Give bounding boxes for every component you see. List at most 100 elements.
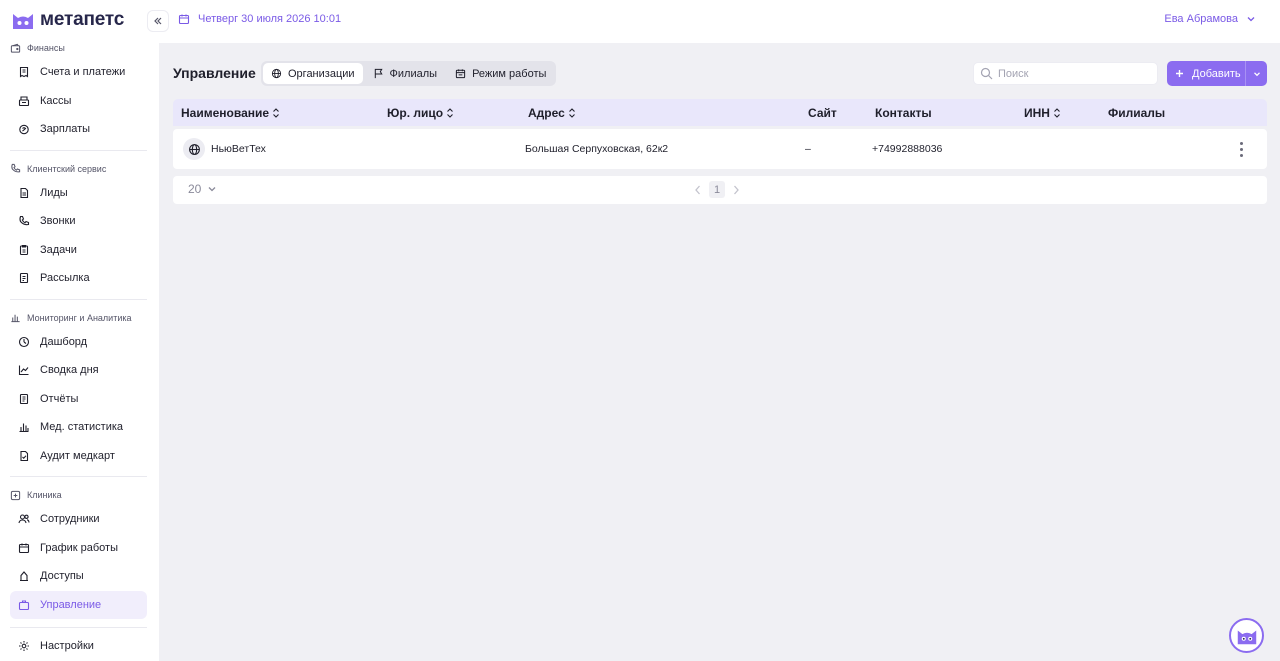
column-header-address[interactable]: Адрес <box>528 106 576 120</box>
page-number-current[interactable]: 1 <box>709 181 725 198</box>
tab-bar: Организации Филиалы Режим работы <box>261 61 557 86</box>
sidebar-nav: Финансы Счета и платежи Кассы Зарплаты К… <box>0 38 159 661</box>
tab-work-schedule[interactable]: Режим работы <box>447 63 554 84</box>
lock-icon <box>20 571 28 582</box>
section-client-service: Клиентский сервис <box>0 159 159 179</box>
phone-icon <box>19 216 30 226</box>
divider <box>10 298 147 300</box>
cell-name: НьюВетТех <box>211 143 266 155</box>
column-header-name[interactable]: Наименование <box>181 106 280 120</box>
sidebar-item-invoices[interactable]: Счета и платежи <box>0 58 149 87</box>
section-clinic: Клиника <box>0 485 159 505</box>
tab-branches[interactable]: Филиалы <box>365 63 446 84</box>
search-input[interactable] <box>998 67 1148 80</box>
add-button-group: Добавить <box>1167 61 1267 86</box>
chevron-right-icon[interactable] <box>731 184 741 196</box>
collapse-sidebar-button[interactable] <box>147 10 169 32</box>
phone-icon <box>11 163 21 173</box>
divider <box>10 627 147 628</box>
table-header: Наименование Юр. лицо Адрес Сайт Контакт… <box>173 99 1267 126</box>
sidebar: метапетс Финансы Счета и платежи Кассы З… <box>0 0 159 661</box>
assistant-chat-button[interactable] <box>1229 618 1264 653</box>
sidebar-item-dashboard[interactable]: Дашборд <box>0 328 149 357</box>
mail-icon <box>19 273 29 284</box>
page-size-select[interactable]: 20 <box>188 182 217 196</box>
sidebar-item-leads[interactable]: Лиды <box>0 179 149 208</box>
search-box <box>973 62 1158 85</box>
calendar-icon <box>18 543 30 553</box>
calendar-icon <box>178 14 190 25</box>
user-name: Ева Абрамова <box>1164 13 1238 25</box>
section-analytics: Мониторинг и Аналитика <box>0 308 159 328</box>
cell-address: Большая Серпуховская, 62к2 <box>525 143 669 155</box>
divider <box>10 476 147 477</box>
bar-chart-icon <box>19 423 29 433</box>
document-icon <box>20 187 29 198</box>
column-header-legal[interactable]: Юр. лицо <box>387 106 454 120</box>
sidebar-item-reports[interactable]: Отчёты <box>0 385 149 414</box>
sidebar-item-calls[interactable]: Звонки <box>0 207 149 236</box>
top-bar: Четверг 30 июля 2026 10:01 Ева Абрамова <box>159 0 1280 43</box>
receipt-icon <box>19 67 29 78</box>
kebab-dot <box>1239 147 1243 151</box>
money-bag-icon <box>19 125 29 135</box>
line-chart-icon <box>18 365 29 376</box>
sidebar-item-mailing[interactable]: Рассылка <box>0 264 149 293</box>
table-row[interactable]: НьюВетТех Большая Серпуховская, 62к2 – +… <box>173 129 1267 169</box>
add-button[interactable]: Добавить <box>1167 61 1245 86</box>
current-date[interactable]: Четверг 30 июля 2026 10:01 <box>178 13 341 25</box>
sidebar-item-med-stats[interactable]: Мед. статистика <box>0 413 149 442</box>
report-icon <box>19 393 29 404</box>
date-text: Четверг 30 июля 2026 10:01 <box>198 13 342 25</box>
column-header-site: Сайт <box>808 106 837 120</box>
user-menu[interactable]: Ева Абрамова <box>1164 13 1256 25</box>
search-icon <box>980 67 993 80</box>
sidebar-item-salaries[interactable]: Зарплаты <box>0 115 149 144</box>
briefcase-icon <box>18 600 30 610</box>
calendar-icon <box>455 69 466 79</box>
chevron-left-icon[interactable] <box>693 184 703 196</box>
tab-organizations[interactable]: Организации <box>263 63 363 84</box>
plus-icon <box>1176 70 1183 77</box>
column-header-inn[interactable]: ИНН <box>1024 106 1061 120</box>
sidebar-item-management[interactable]: Управление <box>10 590 147 619</box>
chevron-down-icon <box>1247 17 1255 22</box>
cat-assistant-icon <box>1237 629 1256 644</box>
sort-icon <box>1054 108 1060 118</box>
chevron-down-icon <box>208 187 216 192</box>
analytics-icon <box>11 314 20 323</box>
cell-contacts: +74992888036 <box>872 143 943 155</box>
clinic-icon <box>10 490 21 500</box>
sidebar-item-staff[interactable]: Сотрудники <box>0 505 149 534</box>
cash-register-icon <box>18 96 30 106</box>
sort-icon <box>447 108 453 118</box>
users-icon <box>18 514 30 524</box>
add-dropdown-button[interactable] <box>1245 61 1267 86</box>
globe-icon <box>271 68 282 79</box>
chevron-down-icon <box>1253 71 1260 76</box>
clipboard-icon <box>19 244 29 255</box>
sidebar-item-tasks[interactable]: Задачи <box>0 236 149 265</box>
page-title: Управление <box>173 65 256 81</box>
double-chevron-left-icon <box>154 17 162 25</box>
wallet-icon <box>10 43 21 53</box>
sidebar-item-cash[interactable]: Кассы <box>0 87 149 116</box>
pagination: 20 1 <box>173 176 1267 204</box>
logo[interactable]: метапетс <box>10 8 124 32</box>
gear-icon <box>19 641 29 652</box>
sidebar-item-access[interactable]: Доступы <box>0 562 149 591</box>
section-finance: Финансы <box>0 38 159 58</box>
globe-icon <box>188 143 200 155</box>
sidebar-item-schedule[interactable]: График работы <box>0 534 149 563</box>
sidebar-item-settings[interactable]: Настройки <box>0 632 149 661</box>
sidebar-item-day-summary[interactable]: Сводка дня <box>0 356 149 385</box>
row-actions-button[interactable] <box>1235 139 1247 159</box>
sort-icon <box>273 108 279 118</box>
flag-icon <box>374 68 383 79</box>
cell-site: – <box>805 143 811 155</box>
kebab-dot <box>1239 153 1243 157</box>
gauge-icon <box>18 336 30 347</box>
sidebar-item-audit[interactable]: Аудит медкарт <box>0 442 149 471</box>
org-avatar <box>183 138 205 160</box>
kebab-dot <box>1239 141 1243 145</box>
